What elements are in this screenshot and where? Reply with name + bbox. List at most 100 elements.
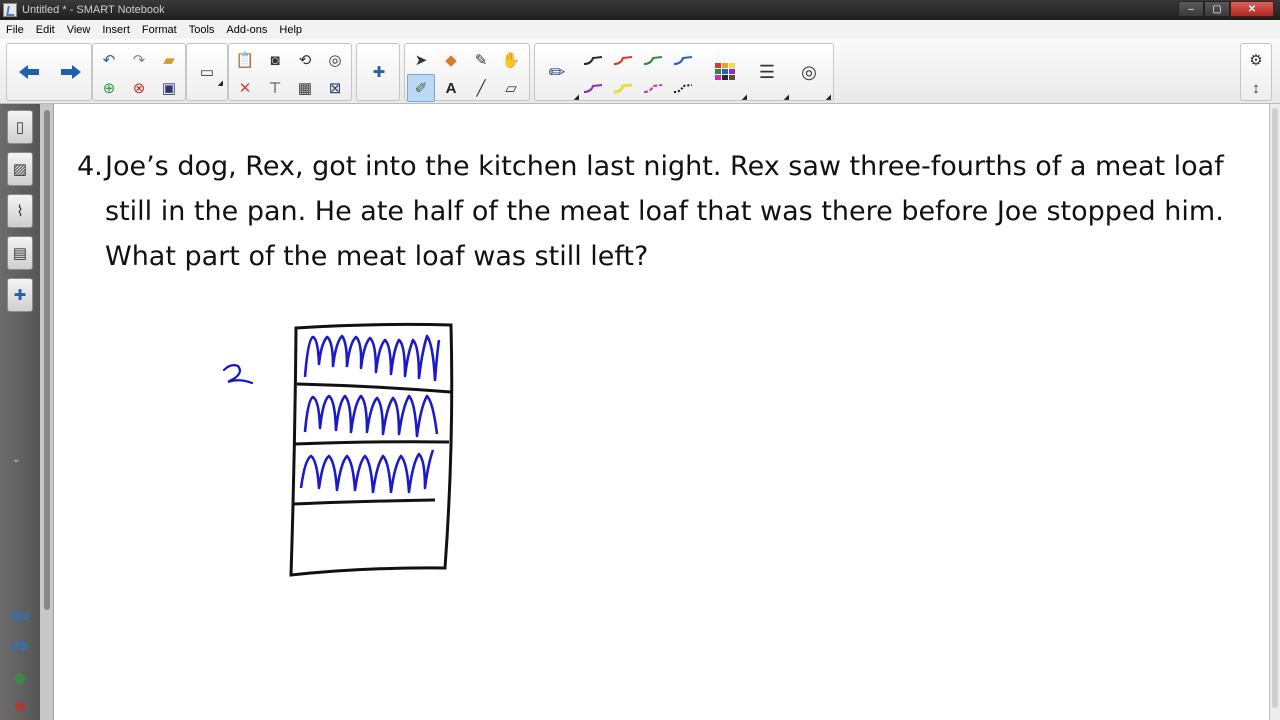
- line-icon: ╱: [476, 80, 486, 97]
- table-icon: ▦: [297, 80, 313, 97]
- screen-shade-toggle[interactable]: ⊤: [261, 74, 289, 102]
- move-toolbar-button[interactable]: ↕: [1242, 74, 1270, 102]
- pen-color-3-swatch: [643, 56, 663, 65]
- menu-file[interactable]: File: [0, 24, 30, 36]
- minimize-button[interactable]: –: [1178, 1, 1204, 17]
- pen-color-1[interactable]: [579, 46, 607, 74]
- addons-tab[interactable]: ✚: [7, 278, 33, 312]
- menu-format[interactable]: Format: [136, 24, 183, 36]
- side-add-page-button[interactable]: ⊕: [7, 666, 33, 690]
- attachments-tab[interactable]: ⌇: [7, 194, 33, 228]
- shading-row-1[interactable]: [303, 334, 441, 382]
- eraser-icon: ▱: [505, 80, 517, 97]
- divider-3[interactable]: [293, 498, 436, 506]
- rotate-button[interactable]: ⟲: [291, 46, 319, 74]
- vertical-scrollbar[interactable]: [1269, 104, 1280, 720]
- notebook-page[interactable]: 4. Joe’s dog, Rex, got into the kitchen …: [55, 104, 1269, 720]
- pen-color-7[interactable]: [639, 74, 667, 102]
- menu-view[interactable]: View: [61, 24, 97, 36]
- gallery-tab[interactable]: ▨: [7, 152, 33, 186]
- pen-style-group: ✏ ◢ ◢ ☰ ◢ ◎ ◢: [534, 43, 834, 101]
- pen-color-6-swatch: [613, 83, 633, 94]
- pencil-icon: ✏: [548, 61, 566, 84]
- delete-page-button[interactable]: ⊗: [125, 74, 153, 102]
- ink-drawing[interactable]: [55, 104, 1269, 720]
- document-camera-button[interactable]: ◎: [321, 46, 349, 74]
- pen-color-8[interactable]: [669, 74, 697, 102]
- close-button[interactable]: ✕: [1230, 1, 1274, 17]
- page-sorter-tab[interactable]: ▯: [7, 110, 33, 144]
- paste-button[interactable]: 📋: [231, 46, 259, 74]
- scrollbar-thumb[interactable]: [1272, 108, 1278, 708]
- add-page-icon: ⊕: [102, 80, 116, 97]
- open-file-button[interactable]: ▰: [155, 46, 183, 74]
- line-width-button[interactable]: ☰ ◢: [747, 44, 789, 102]
- menu-help[interactable]: Help: [273, 24, 308, 36]
- fullscreen-button[interactable]: ⊠: [321, 74, 349, 102]
- pens-tool[interactable]: ✐: [407, 74, 435, 102]
- previous-page-button[interactable]: [9, 44, 49, 100]
- pen-color-6[interactable]: [609, 74, 637, 102]
- add-page-icon: ⊕: [14, 669, 26, 686]
- side-previous-page-button[interactable]: ⇦: [7, 603, 33, 628]
- shading-row-2[interactable]: [303, 394, 439, 438]
- delete-button[interactable]: ✕: [231, 74, 259, 102]
- toolbar: ↶ ↷ ▰ ⊕ ⊗ ▣ ▭ ◢ 📋 ◙ ⟲ ◎ ✕ ⊤ ▦ ⊠ ✚ ➤ ◆ ✎ ✋…: [0, 39, 1280, 104]
- arrow-right-icon: ⇨: [10, 633, 30, 658]
- page-sorter-icon: ▯: [15, 119, 25, 136]
- menu-add-ons[interactable]: Add-ons: [220, 24, 273, 36]
- undo-button[interactable]: ↶: [95, 46, 123, 74]
- redo-button[interactable]: ↷: [125, 46, 153, 74]
- delete-page-icon: ⊗: [14, 697, 26, 714]
- color-palette-button[interactable]: ◢: [705, 44, 747, 101]
- pen-color-4[interactable]: [669, 46, 697, 74]
- pen-type-button[interactable]: ✏ ◢: [537, 44, 579, 102]
- pen-color-2[interactable]: [609, 46, 637, 74]
- settings-button[interactable]: ⚙: [1242, 46, 1270, 74]
- addons-group: ✚: [356, 43, 400, 101]
- insert-table-button[interactable]: ▦: [291, 74, 319, 102]
- transparency-button[interactable]: ◎ ◢: [789, 44, 831, 102]
- pen-color-1-swatch: [583, 56, 603, 65]
- display-group: ▭ ◢: [186, 43, 228, 101]
- paint-bucket-icon: ◆: [445, 52, 457, 69]
- save-button[interactable]: ▣: [155, 74, 183, 102]
- splitter-thumb[interactable]: [44, 110, 50, 610]
- pen-color-3[interactable]: [639, 46, 667, 74]
- menu-insert[interactable]: Insert: [96, 24, 136, 36]
- line-tool[interactable]: ╱: [467, 74, 495, 102]
- text-tool[interactable]: A: [437, 74, 465, 102]
- fill-tool[interactable]: ◆: [437, 46, 465, 74]
- menu-tools[interactable]: Tools: [183, 24, 221, 36]
- side-tabs: ▯ ▨ ⌇ ▤ ✚ ⌄ ⇦ ⇨ ⊕ ⊗: [0, 104, 40, 720]
- eraser-tool[interactable]: ▱: [497, 74, 525, 102]
- pen-color-5[interactable]: [579, 74, 607, 102]
- handwritten-2[interactable]: [222, 364, 254, 385]
- side-next-page-button[interactable]: ⇨: [7, 633, 33, 658]
- paste-icon: 📋: [235, 52, 255, 69]
- arrow-left-icon: ⇦: [10, 603, 30, 628]
- addons-button[interactable]: ✚: [365, 58, 393, 86]
- capture-button[interactable]: ◙: [261, 46, 289, 74]
- panel-splitter[interactable]: [40, 104, 54, 720]
- add-page-button[interactable]: ⊕: [95, 74, 123, 102]
- menu-edit[interactable]: Edit: [30, 24, 61, 36]
- line-width-icon: ☰: [758, 61, 776, 82]
- divider-2[interactable]: [294, 440, 450, 446]
- shading-row-3[interactable]: [299, 449, 435, 494]
- meat-loaf-rectangle[interactable]: [289, 322, 454, 577]
- select-tool[interactable]: ➤: [407, 46, 435, 74]
- properties-tab[interactable]: ▤: [7, 236, 33, 270]
- shape-recognition-tool[interactable]: ✋: [497, 46, 525, 74]
- redo-icon: ↷: [132, 52, 146, 69]
- next-page-button[interactable]: [51, 44, 91, 100]
- properties-group: ⚙ ↕: [1240, 43, 1272, 101]
- divider-1[interactable]: [296, 382, 452, 394]
- side-delete-page-button[interactable]: ⊗: [7, 694, 33, 718]
- up-down-arrow-icon: ↕: [1252, 79, 1260, 97]
- creative-pen-tool[interactable]: ✎: [467, 46, 495, 74]
- maximize-button[interactable]: ▢: [1204, 1, 1230, 17]
- delete-page-icon: ⊗: [132, 80, 146, 97]
- collapse-handle[interactable]: ⌄: [12, 454, 20, 465]
- screen-shade-button[interactable]: ▭ ◢: [193, 58, 223, 87]
